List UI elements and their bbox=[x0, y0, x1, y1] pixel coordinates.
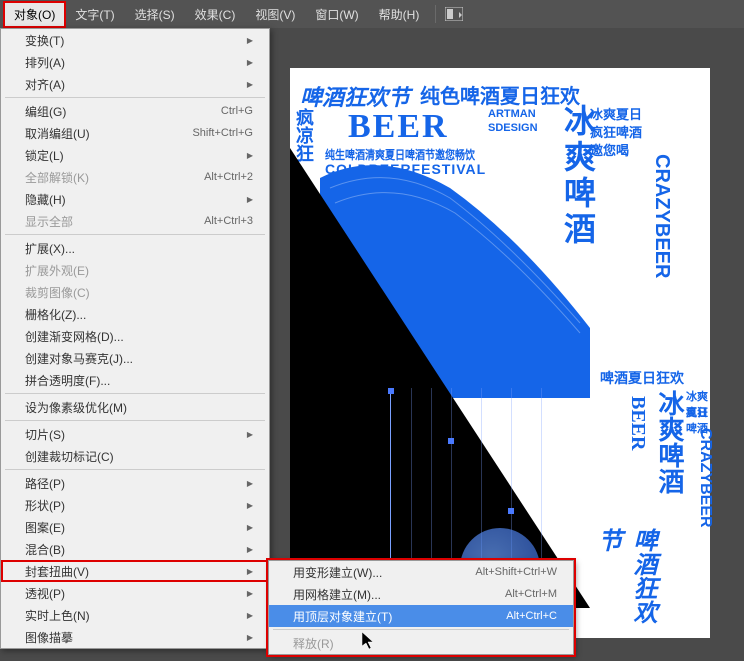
menu-help[interactable]: 帮助(H) bbox=[369, 2, 430, 27]
menu-item[interactable]: 栅格化(Z)... bbox=[1, 303, 269, 325]
object-menu: 变换(T)▶排列(A)▶对齐(A)▶ 编组(G)Ctrl+G取消编组(U)Shif… bbox=[0, 28, 270, 649]
menu-window[interactable]: 窗口(W) bbox=[305, 2, 368, 27]
envelope-distort-submenu: 用变形建立(W)...Alt+Shift+Ctrl+W用网格建立(M)...Al… bbox=[268, 560, 574, 655]
menu-separator bbox=[5, 234, 265, 235]
art-dup-v2: CRAZYBEER bbox=[696, 428, 714, 528]
menu-item[interactable]: 实时上色(N)▶ bbox=[1, 604, 269, 626]
menubar: 对象(O) 文字(T) 选择(S) 效果(C) 视图(V) 窗口(W) 帮助(H… bbox=[0, 0, 744, 28]
menu-item[interactable]: 取消编组(U)Shift+Ctrl+G bbox=[1, 122, 269, 144]
arrange-docs-icon[interactable] bbox=[442, 5, 466, 23]
menu-item: 扩展外观(E) bbox=[1, 259, 269, 281]
menu-separator bbox=[5, 469, 265, 470]
menu-item[interactable]: 扩展(X)... bbox=[1, 237, 269, 259]
menu-item[interactable]: 对齐(A)▶ bbox=[1, 73, 269, 95]
menubar-separator bbox=[435, 5, 436, 23]
menu-separator bbox=[5, 393, 265, 394]
menu-view[interactable]: 视图(V) bbox=[245, 2, 305, 27]
menu-item[interactable]: 混合(B)▶ bbox=[1, 538, 269, 560]
menu-item[interactable]: 隐藏(H)▶ bbox=[1, 188, 269, 210]
menu-item[interactable]: 图像描摹▶ bbox=[1, 626, 269, 648]
art-dup-beer: BEER bbox=[626, 396, 649, 450]
menu-item: 显示全部Alt+Ctrl+3 bbox=[1, 210, 269, 232]
menu-item[interactable]: 封套扭曲(V)▶ bbox=[1, 560, 269, 582]
menu-item[interactable]: 创建裁切标记(C) bbox=[1, 445, 269, 467]
menu-item[interactable]: 形状(P)▶ bbox=[1, 494, 269, 516]
art-dup-v1: 冰爽啤酒 bbox=[652, 390, 689, 494]
submenu-item[interactable]: 用顶层对象建立(T)Alt+Ctrl+C bbox=[269, 605, 573, 627]
art-v2: CRAZYBEER bbox=[650, 154, 673, 278]
menu-item[interactable]: 拼合透明度(F)... bbox=[1, 369, 269, 391]
menu-item[interactable]: 编组(G)Ctrl+G bbox=[1, 100, 269, 122]
menu-item[interactable]: 图案(E)▶ bbox=[1, 516, 269, 538]
art-sm1: ARTMAN bbox=[488, 108, 536, 120]
art-dup-sub: 啤酒夏日狂欢 bbox=[600, 368, 684, 388]
menu-effect[interactable]: 效果(C) bbox=[185, 2, 246, 27]
menu-item[interactable]: 设为像素级优化(M) bbox=[1, 396, 269, 418]
menu-item[interactable]: 路径(P)▶ bbox=[1, 472, 269, 494]
cursor-icon bbox=[362, 632, 378, 657]
submenu-item[interactable]: 用网格建立(M)...Alt+Ctrl+M bbox=[269, 583, 573, 605]
submenu-item[interactable]: 用变形建立(W)...Alt+Shift+Ctrl+W bbox=[269, 561, 573, 583]
menu-item[interactable]: 创建对象马赛克(J)... bbox=[1, 347, 269, 369]
art-side-left: 疯凉狂 bbox=[295, 108, 313, 162]
menu-item[interactable]: 变换(T)▶ bbox=[1, 29, 269, 51]
menu-item: 全部解锁(K)Alt+Ctrl+2 bbox=[1, 166, 269, 188]
menu-item[interactable]: 透视(P)▶ bbox=[1, 582, 269, 604]
artboard: 啤酒狂欢节 纯色啤酒夏日狂欢 疯凉狂 BEER ARTMAN SDESIGN 纯… bbox=[290, 68, 710, 638]
menu-item[interactable]: 排列(A)▶ bbox=[1, 51, 269, 73]
menu-item[interactable]: 锁定(L)▶ bbox=[1, 144, 269, 166]
art-beer: BEER bbox=[348, 108, 449, 146]
menu-select[interactable]: 选择(S) bbox=[125, 2, 185, 27]
art-sm2: SDESIGN bbox=[488, 122, 538, 134]
menu-item[interactable]: 切片(S)▶ bbox=[1, 423, 269, 445]
menu-item[interactable]: 创建渐变网格(D)... bbox=[1, 325, 269, 347]
art-dup-title: 啤酒狂欢节 bbox=[590, 528, 660, 638]
menu-separator bbox=[5, 97, 265, 98]
menu-item: 裁剪图像(C) bbox=[1, 281, 269, 303]
menu-object[interactable]: 对象(O) bbox=[4, 2, 65, 27]
menu-type[interactable]: 文字(T) bbox=[65, 2, 124, 27]
menu-separator bbox=[5, 420, 265, 421]
submenu-item: 释放(R) bbox=[269, 632, 573, 654]
